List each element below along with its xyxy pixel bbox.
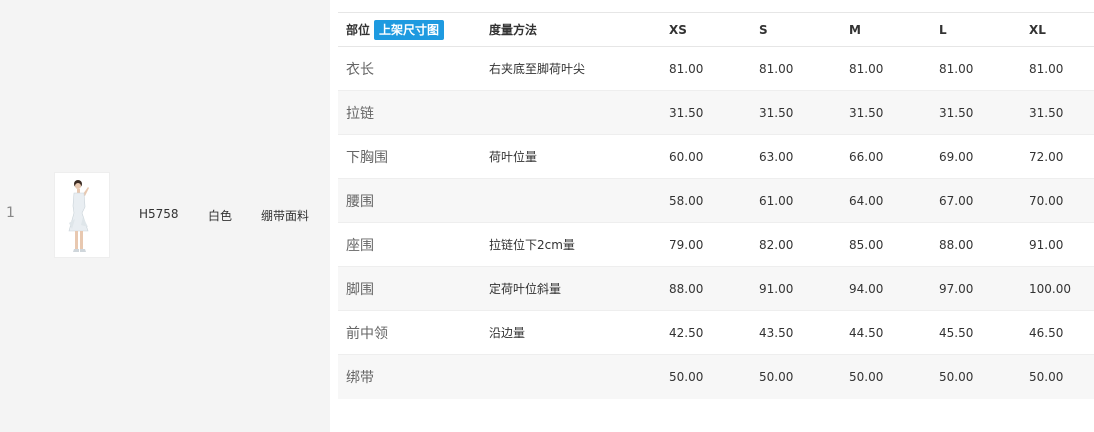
row-value-s: 82.00 xyxy=(759,237,794,252)
row-value-xs: 79.00 xyxy=(669,237,704,252)
row-index: 1 xyxy=(6,205,15,221)
row-value-l: 97.00 xyxy=(939,281,974,296)
row-part: 座围 xyxy=(346,237,374,254)
row-value-s: 50.00 xyxy=(759,369,794,384)
product-color: 白色 xyxy=(208,209,233,223)
row-value-m: 66.00 xyxy=(849,149,884,164)
row-value-xs: 31.50 xyxy=(669,105,704,120)
row-value-s: 43.50 xyxy=(759,325,794,340)
row-value-m: 44.50 xyxy=(849,325,884,340)
row-value-m: 81.00 xyxy=(849,61,884,76)
header-size-xl: XL xyxy=(1029,22,1046,37)
row-value-xs: 88.00 xyxy=(669,281,704,296)
row-value-m: 64.00 xyxy=(849,193,884,208)
row-value-xs: 60.00 xyxy=(669,149,704,164)
row-value-xl: 50.00 xyxy=(1029,369,1064,384)
row-value-s: 81.00 xyxy=(759,61,794,76)
header-size-s: S xyxy=(759,22,768,37)
row-part: 衣长 xyxy=(346,61,374,78)
row-method: 荷叶位量 xyxy=(489,150,538,164)
table-row: 绑带 50.00 50.00 50.00 50.00 50.00 xyxy=(338,354,1094,399)
row-value-l: 31.50 xyxy=(939,105,974,120)
row-method xyxy=(489,179,669,223)
table-row: 腰围 58.00 61.00 64.00 67.00 70.00 xyxy=(338,178,1094,223)
row-value-xl: 46.50 xyxy=(1029,325,1064,340)
row-value-xl: 100.00 xyxy=(1029,281,1071,296)
row-value-l: 81.00 xyxy=(939,61,974,76)
row-method xyxy=(489,355,669,399)
row-value-xl: 31.50 xyxy=(1029,105,1064,120)
row-value-m: 85.00 xyxy=(849,237,884,252)
dress-model-icon xyxy=(55,173,109,257)
row-method: 拉链位下2cm量 xyxy=(489,238,575,252)
table-header-row: 部位 上架尺寸图 度量方法 XS S M L XL xyxy=(338,12,1094,47)
row-method xyxy=(489,91,669,135)
row-value-l: 88.00 xyxy=(939,237,974,252)
row-value-l: 45.50 xyxy=(939,325,974,340)
table-row: 衣长 右夹底至脚荷叶尖 81.00 81.00 81.00 81.00 81.0… xyxy=(338,47,1094,91)
row-value-xl: 72.00 xyxy=(1029,149,1064,164)
row-method: 右夹底至脚荷叶尖 xyxy=(489,62,586,76)
header-size-m: M xyxy=(849,22,861,37)
size-chart-upload-button[interactable]: 上架尺寸图 xyxy=(374,19,445,40)
product-info-panel: 1 H5758 白色 绷带面料 xyxy=(0,0,330,432)
product-material: 绷带面料 xyxy=(261,209,310,223)
header-size-l: L xyxy=(939,22,947,37)
table-row: 拉链 31.50 31.50 31.50 31.50 31.50 xyxy=(338,90,1094,135)
row-value-xs: 50.00 xyxy=(669,369,704,384)
table-row: 下胸围 荷叶位量 60.00 63.00 66.00 69.00 72.00 xyxy=(338,135,1094,179)
row-part: 拉链 xyxy=(346,105,374,122)
row-part: 绑带 xyxy=(346,369,374,386)
table-row: 前中领 沿边量 42.50 43.50 44.50 45.50 46.50 xyxy=(338,311,1094,355)
row-part: 腰围 xyxy=(346,193,374,210)
row-method: 沿边量 xyxy=(489,326,526,340)
row-value-l: 67.00 xyxy=(939,193,974,208)
row-part: 前中领 xyxy=(346,325,388,342)
row-value-s: 91.00 xyxy=(759,281,794,296)
row-value-m: 50.00 xyxy=(849,369,884,384)
row-value-xl: 81.00 xyxy=(1029,61,1064,76)
row-value-m: 31.50 xyxy=(849,105,884,120)
row-value-xs: 58.00 xyxy=(669,193,704,208)
row-value-m: 94.00 xyxy=(849,281,884,296)
row-value-s: 31.50 xyxy=(759,105,794,120)
row-value-s: 63.00 xyxy=(759,149,794,164)
header-size-xs: XS xyxy=(669,22,687,37)
row-method: 定荷叶位斜量 xyxy=(489,282,562,296)
product-image[interactable] xyxy=(54,172,110,258)
row-part: 下胸围 xyxy=(346,149,388,166)
row-value-xl: 91.00 xyxy=(1029,237,1064,252)
table-row: 脚围 定荷叶位斜量 88.00 91.00 94.00 97.00 100.00 xyxy=(338,266,1094,311)
product-sku: H5758 xyxy=(139,207,179,221)
row-value-l: 69.00 xyxy=(939,149,974,164)
header-part: 部位 上架尺寸图 xyxy=(338,13,489,47)
row-value-xs: 81.00 xyxy=(669,61,704,76)
table-row: 座围 拉链位下2cm量 79.00 82.00 85.00 88.00 91.0… xyxy=(338,223,1094,267)
row-part: 脚围 xyxy=(346,281,374,298)
row-value-xl: 70.00 xyxy=(1029,193,1064,208)
row-value-l: 50.00 xyxy=(939,369,974,384)
size-chart-table: 部位 上架尺寸图 度量方法 XS S M L XL 衣长 右夹底至脚荷叶尖 81.… xyxy=(338,12,1094,399)
row-value-s: 61.00 xyxy=(759,193,794,208)
header-method: 度量方法 xyxy=(489,23,538,37)
header-part-label: 部位 xyxy=(346,22,371,37)
row-value-xs: 42.50 xyxy=(669,325,704,340)
